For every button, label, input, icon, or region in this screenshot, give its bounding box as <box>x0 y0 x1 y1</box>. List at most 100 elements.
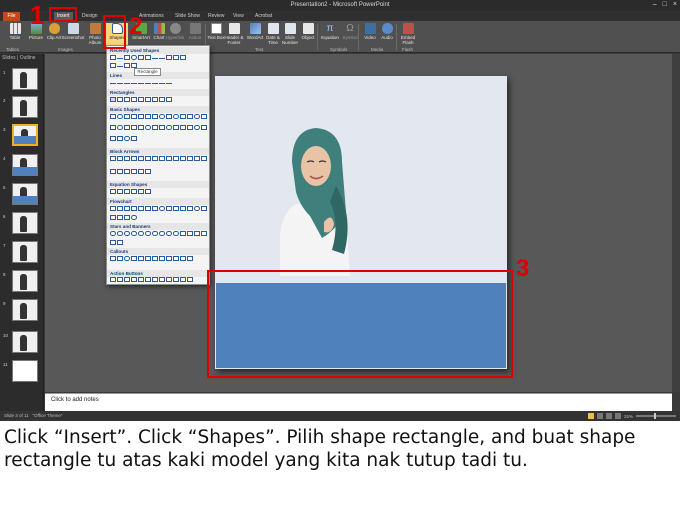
elbow-arrow-shape[interactable] <box>138 83 144 84</box>
banner-shape[interactable] <box>201 231 207 236</box>
callout-shape[interactable] <box>124 63 130 68</box>
star-shape[interactable] <box>152 231 158 236</box>
equal-shape[interactable] <box>138 189 144 194</box>
banner-shape[interactable] <box>194 231 200 236</box>
multiply-shape[interactable] <box>124 189 130 194</box>
flowchart-shape[interactable] <box>124 214 130 220</box>
action-button-shape[interactable] <box>145 277 151 282</box>
basic-shape[interactable] <box>201 125 207 130</box>
star-shape[interactable] <box>131 231 137 236</box>
divide-shape[interactable] <box>131 189 137 194</box>
zoom-level[interactable]: 25% <box>624 414 633 419</box>
flowchart-shape[interactable] <box>152 206 158 211</box>
rounded-rectangle-shape[interactable] <box>138 55 144 60</box>
basic-shape[interactable] <box>124 114 130 119</box>
block-arrow-shape[interactable] <box>117 156 123 161</box>
basic-shape[interactable] <box>180 125 186 130</box>
callout-shape[interactable] <box>152 256 158 261</box>
curved-connector-shape[interactable] <box>159 58 165 59</box>
elbow-connector-shape[interactable] <box>131 83 137 84</box>
basic-shape[interactable] <box>166 114 172 119</box>
flowchart-shape[interactable] <box>131 206 137 211</box>
not-equal-shape[interactable] <box>145 189 151 194</box>
plus-shape[interactable] <box>110 189 116 194</box>
flowchart-shape[interactable] <box>138 206 144 211</box>
hyperlink-button[interactable]: Hyperlink <box>164 23 186 47</box>
basic-shape[interactable] <box>180 114 186 119</box>
triangle-shape[interactable] <box>145 55 151 60</box>
rectangle-shape[interactable] <box>124 55 130 60</box>
flowchart-shape[interactable] <box>110 214 116 220</box>
slide-thumbnail[interactable] <box>12 212 38 234</box>
banner-shape[interactable] <box>187 231 193 236</box>
block-arrow-shape[interactable] <box>201 156 207 161</box>
slide-thumbnail[interactable] <box>12 241 38 263</box>
slide-thumbnail[interactable] <box>12 154 38 176</box>
slide-thumbnail[interactable] <box>12 360 38 382</box>
screenshot-button[interactable]: Screenshot <box>60 23 86 47</box>
star-shape[interactable] <box>117 231 123 236</box>
block-arrow-shape[interactable] <box>159 156 165 161</box>
model-photo[interactable] <box>266 126 362 286</box>
vertical-scrollbar[interactable] <box>672 54 680 392</box>
basic-shape[interactable] <box>145 114 151 119</box>
callout-shape[interactable] <box>187 256 193 261</box>
basic-shape[interactable] <box>152 114 158 119</box>
tab-view[interactable]: View <box>230 12 247 21</box>
basic-shape[interactable] <box>173 114 179 119</box>
zoom-slider[interactable] <box>636 413 676 419</box>
reading-view-icon[interactable] <box>605 413 612 419</box>
action-button-shape[interactable] <box>159 277 165 282</box>
action-button-shape[interactable] <box>152 277 158 282</box>
star-shape[interactable] <box>159 231 165 236</box>
elbow-connector-shape[interactable] <box>152 58 158 59</box>
block-arrow-shape[interactable] <box>138 168 144 174</box>
basic-shape[interactable] <box>138 114 144 119</box>
flowchart-shape[interactable] <box>131 214 137 220</box>
basic-shape[interactable] <box>131 125 137 130</box>
callout-shape[interactable] <box>131 256 137 261</box>
basic-shape[interactable] <box>117 136 123 141</box>
curve-shape[interactable] <box>152 83 158 84</box>
basic-shape[interactable] <box>194 114 200 119</box>
banner-shape[interactable] <box>117 239 123 245</box>
callout-shape[interactable] <box>180 256 186 261</box>
tab-review[interactable]: Review <box>205 12 227 21</box>
block-arrow-shape[interactable] <box>110 168 116 174</box>
line-shape[interactable] <box>117 58 123 59</box>
block-arrow-shape[interactable] <box>124 156 130 161</box>
basic-shape[interactable] <box>173 125 179 130</box>
slide-thumbnail[interactable] <box>12 183 38 205</box>
basic-shape[interactable] <box>117 114 123 119</box>
diagonal-snip-rectangle-shape[interactable] <box>138 97 144 102</box>
action-button-shape[interactable] <box>110 277 116 282</box>
basic-shape[interactable] <box>110 136 116 141</box>
basic-shape[interactable] <box>145 125 151 130</box>
block-arrow-shape[interactable] <box>173 156 179 161</box>
tab-acrobat[interactable]: Acrobat <box>252 12 275 21</box>
diagonal-round-rectangle-shape[interactable] <box>166 97 172 102</box>
basic-shape[interactable] <box>152 125 158 130</box>
slide-sorter-icon[interactable] <box>596 413 603 419</box>
action-button-shape[interactable] <box>124 277 130 282</box>
flowchart-shape[interactable] <box>166 206 172 211</box>
star-shape[interactable] <box>173 231 179 236</box>
line-shape[interactable] <box>110 83 116 84</box>
callout-shape[interactable] <box>138 256 144 261</box>
minimize-button[interactable]: – <box>653 1 657 8</box>
banner-shape[interactable] <box>180 231 186 236</box>
scribble-shape[interactable] <box>166 83 172 84</box>
basic-shape[interactable] <box>131 136 137 141</box>
basic-shape[interactable] <box>159 114 165 119</box>
text-box-shape[interactable] <box>110 55 116 60</box>
block-arrow-shape[interactable] <box>187 156 193 161</box>
callout-shape[interactable] <box>145 256 151 261</box>
table-button[interactable]: Table <box>4 23 26 47</box>
line-shape[interactable] <box>117 66 123 67</box>
flowchart-shape[interactable] <box>194 206 200 211</box>
double-arrow-line-shape[interactable] <box>124 83 130 84</box>
flowchart-shape[interactable] <box>110 206 116 211</box>
tab-file[interactable]: File <box>3 12 20 21</box>
callout-shape[interactable] <box>110 256 116 261</box>
snip-round-rectangle-shape[interactable] <box>145 97 151 102</box>
